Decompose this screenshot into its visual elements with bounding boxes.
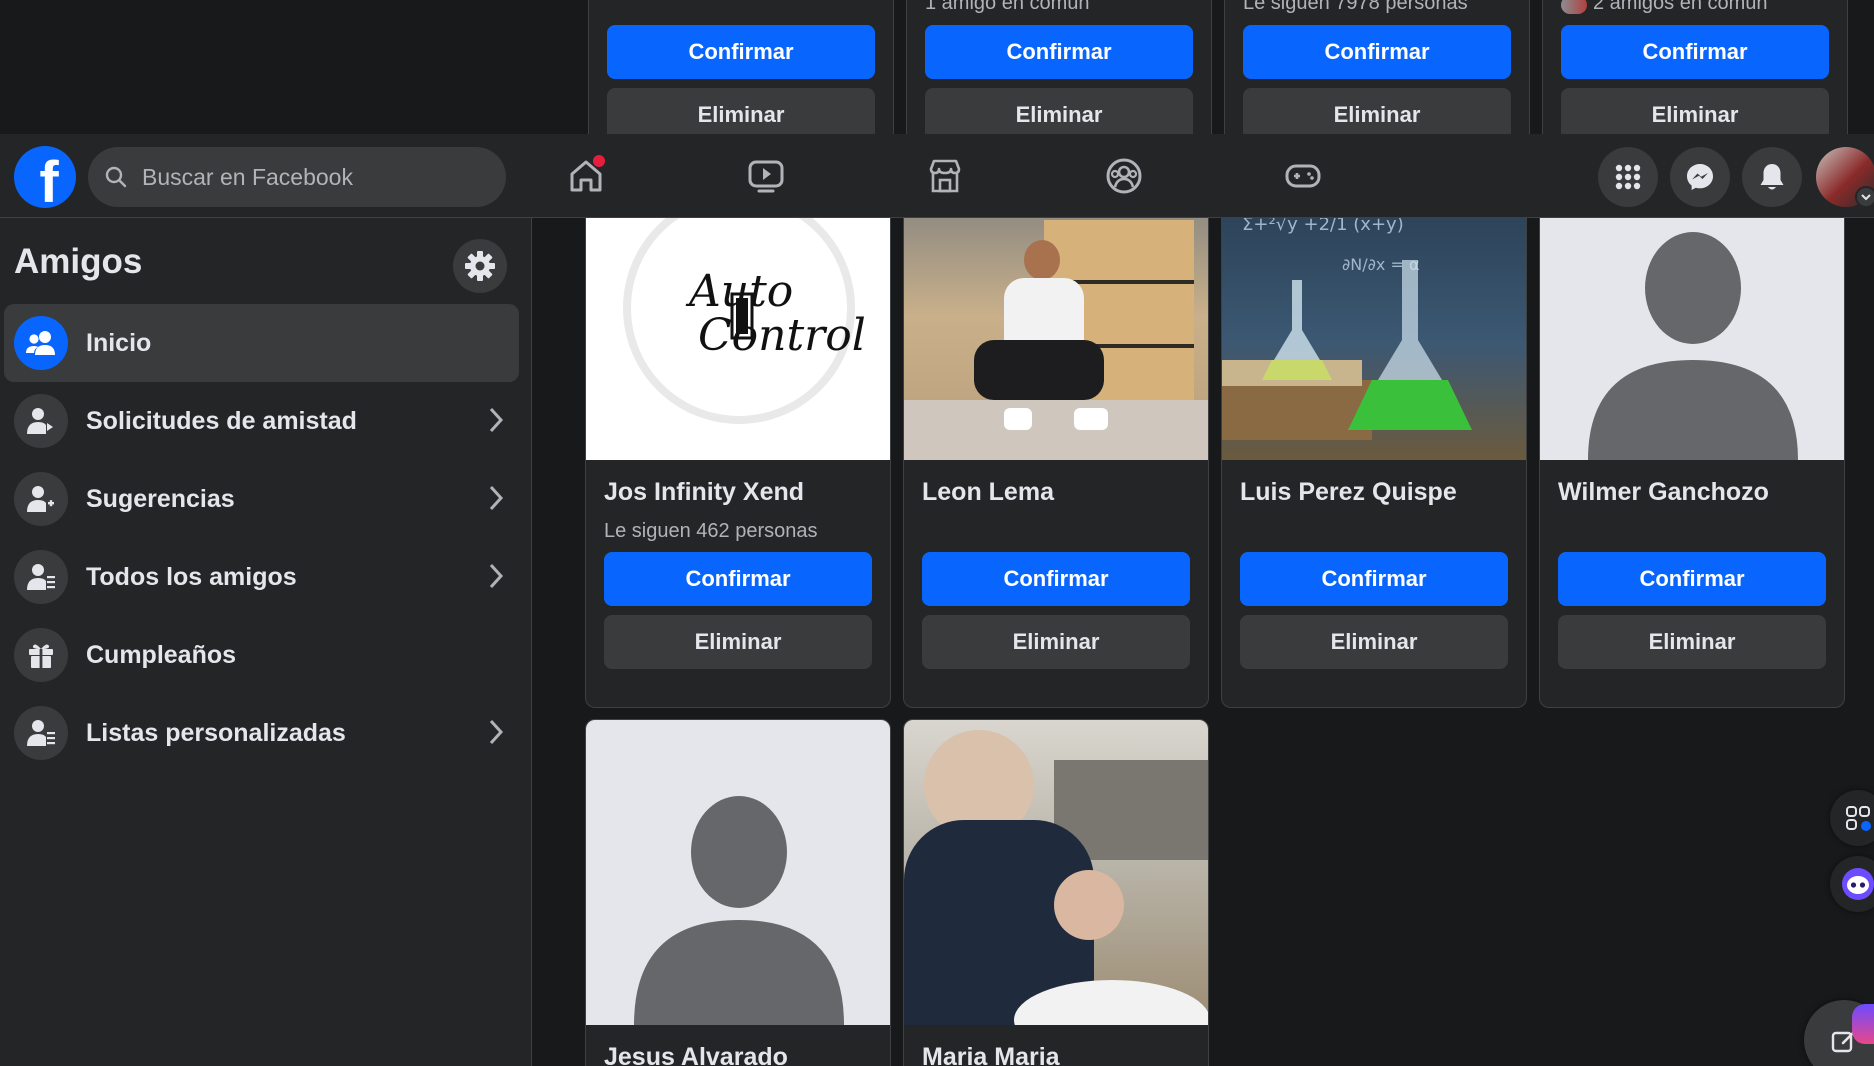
person-silhouette-icon bbox=[1588, 232, 1798, 460]
account-menu-button[interactable] bbox=[1855, 186, 1874, 208]
search-box[interactable] bbox=[88, 147, 506, 207]
notifications-button[interactable] bbox=[1742, 147, 1802, 207]
marketplace-icon bbox=[929, 159, 961, 193]
delete-button[interactable]: Eliminar bbox=[604, 615, 872, 669]
gaming-icon bbox=[1285, 164, 1321, 188]
groups-icon bbox=[1106, 158, 1142, 194]
facebook-logo[interactable]: f bbox=[14, 146, 76, 208]
gift-icon bbox=[14, 628, 68, 682]
svg-text:Control: Control bbox=[698, 310, 866, 361]
request-card: Maria Maria bbox=[903, 719, 1209, 1066]
confirm-button[interactable]: Confirmar bbox=[1243, 25, 1511, 79]
profile-photo[interactable]: Σ+²√y +2/1 (x+y) ∂N/∂x = α bbox=[1222, 200, 1526, 460]
request-card: Le siguen 7978 personas Confirmar Elimin… bbox=[1224, 0, 1530, 142]
sidebar-item-label: Cumpleaños bbox=[86, 640, 237, 669]
mutual-avatars bbox=[1561, 0, 1587, 14]
confirm-button[interactable]: Confirmar bbox=[1558, 552, 1826, 606]
messenger-button[interactable] bbox=[1670, 147, 1730, 207]
profile-photo[interactable] bbox=[904, 200, 1208, 460]
profile-photo[interactable]: Auto Control bbox=[586, 200, 890, 460]
chevron-right-icon bbox=[489, 407, 504, 433]
search-icon bbox=[105, 166, 127, 188]
friends-icon bbox=[14, 316, 68, 370]
facebook-logo-letter: f bbox=[39, 150, 59, 209]
confirm-button[interactable]: Confirmar bbox=[922, 552, 1190, 606]
default-avatar[interactable] bbox=[586, 720, 890, 1025]
sidebar-item-label: Listas personalizadas bbox=[86, 718, 346, 747]
nav-gaming[interactable] bbox=[1278, 151, 1328, 201]
sidebar-item-inicio[interactable]: Inicio bbox=[4, 304, 519, 382]
sidebar-item-label: Inicio bbox=[86, 328, 152, 357]
friend-name[interactable]: Wilmer Ganchozo bbox=[1558, 478, 1769, 507]
top-navigation-bar: f bbox=[0, 134, 1874, 218]
friend-name[interactable]: Jos Infinity Xend bbox=[604, 478, 804, 507]
sidebar-item-sugerencias[interactable]: Sugerencias bbox=[4, 460, 519, 538]
menu-grid-icon bbox=[1615, 164, 1641, 190]
chevron-down-icon bbox=[1861, 194, 1871, 201]
bell-icon bbox=[1760, 164, 1784, 190]
confirm-button[interactable]: Confirmar bbox=[607, 25, 875, 79]
confirm-button[interactable]: Confirmar bbox=[604, 552, 872, 606]
search-input[interactable] bbox=[142, 163, 462, 191]
sidebar-item-todos-los-amigos[interactable]: Todos los amigos bbox=[4, 538, 519, 616]
sidebar-item-listas-personalizadas[interactable]: Listas personalizadas bbox=[4, 694, 519, 772]
request-card: 2 amigos en común Confirmar Eliminar bbox=[1542, 0, 1848, 142]
friend-requests-icon bbox=[14, 394, 68, 448]
confirm-button[interactable]: Confirmar bbox=[925, 25, 1193, 79]
nav-marketplace[interactable] bbox=[920, 151, 970, 201]
chevron-right-icon bbox=[489, 563, 504, 589]
confirm-button[interactable]: Confirmar bbox=[1240, 552, 1508, 606]
mutual-friends-text: 1 amigo en común bbox=[925, 0, 1090, 14]
delete-button[interactable]: Eliminar bbox=[1240, 615, 1508, 669]
followers-text: Le siguen 462 personas bbox=[604, 520, 818, 542]
friend-name[interactable]: Luis Perez Quispe bbox=[1240, 478, 1457, 507]
grid-shortcut-icon bbox=[1846, 806, 1871, 831]
request-card: 1 amigo en común Confirmar Eliminar bbox=[906, 0, 1212, 142]
chevron-right-icon bbox=[489, 719, 504, 745]
all-friends-icon bbox=[14, 550, 68, 604]
sidebar-item-cumpleanos[interactable]: Cumpleaños bbox=[4, 616, 519, 694]
sidebar-item-solicitudes[interactable]: Solicitudes de amistad bbox=[4, 382, 519, 460]
friend-name[interactable]: Maria Maria bbox=[922, 1043, 1060, 1066]
mutual-friends-text: 2 amigos en común bbox=[1593, 0, 1768, 14]
nav-home[interactable] bbox=[561, 151, 611, 201]
friend-name[interactable]: Jesus Alvarado bbox=[604, 1043, 788, 1066]
request-card: Wilmer Ganchozo Confirmar Eliminar bbox=[1539, 200, 1845, 708]
sidebar-item-label: Solicitudes de amistad bbox=[86, 406, 357, 435]
suggestions-icon bbox=[14, 472, 68, 526]
request-card: Confirmar Eliminar bbox=[588, 0, 894, 142]
auto-control-logo: Auto Control bbox=[623, 200, 866, 424]
nav-groups[interactable] bbox=[1099, 151, 1149, 201]
video-icon bbox=[748, 160, 784, 193]
profile-photo[interactable] bbox=[904, 720, 1208, 1025]
sidebar-item-label: Sugerencias bbox=[86, 484, 235, 513]
delete-button[interactable]: Eliminar bbox=[922, 615, 1190, 669]
delete-button[interactable]: Eliminar bbox=[1558, 615, 1826, 669]
bot-face-icon bbox=[1842, 868, 1874, 900]
request-card: Auto Control Jos Infinity Xend Le siguen… bbox=[585, 200, 891, 708]
friend-name[interactable]: Leon Lema bbox=[922, 478, 1054, 507]
custom-lists-icon bbox=[14, 706, 68, 760]
messenger-icon bbox=[1687, 164, 1713, 190]
confirm-button[interactable]: Confirmar bbox=[1561, 25, 1829, 79]
floating-app-badge[interactable] bbox=[1852, 1004, 1874, 1044]
friends-sidebar: Amigos Inicio Solicitudes de amistad Sug… bbox=[0, 218, 532, 1066]
notification-dot bbox=[593, 155, 605, 167]
default-avatar[interactable] bbox=[1540, 200, 1844, 460]
menu-button[interactable] bbox=[1598, 147, 1658, 207]
request-card: Jesus Alvarado bbox=[585, 719, 891, 1066]
request-card: Σ+²√y +2/1 (x+y) ∂N/∂x = α Luis Perez Qu… bbox=[1221, 200, 1527, 708]
gear-icon bbox=[465, 251, 495, 281]
followers-text: Le siguen 7978 personas bbox=[1243, 0, 1468, 14]
chevron-right-icon bbox=[489, 485, 504, 511]
settings-button[interactable] bbox=[453, 239, 507, 293]
nav-video[interactable] bbox=[741, 151, 791, 201]
person-silhouette-icon bbox=[634, 796, 844, 1025]
request-card: Leon Lema Confirmar Eliminar bbox=[903, 200, 1209, 708]
sidebar-item-label: Todos los amigos bbox=[86, 562, 297, 591]
page-title: Amigos bbox=[14, 242, 143, 281]
